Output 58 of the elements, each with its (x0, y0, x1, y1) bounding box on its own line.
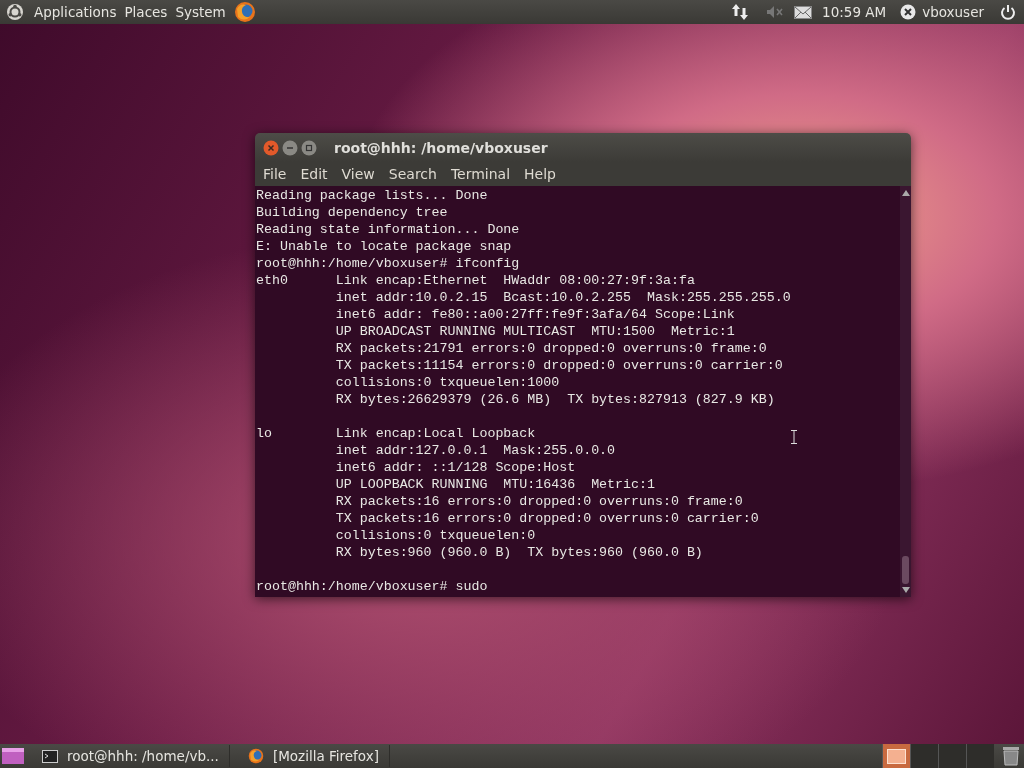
envelope-icon[interactable] (794, 5, 813, 19)
window-title: root@hhh: /home/vboxuser (334, 139, 548, 156)
workspace-switcher[interactable] (938, 744, 966, 768)
taskbar-button[interactable]: root@hhh: /home/vb... (32, 745, 230, 767)
terminal-line: UP LOOPBACK RUNNING MTU:16436 Metric:1 (334, 476, 655, 493)
terminal-line: RX bytes:960 (960.0 B) TX bytes:960 (960.0 B) (334, 544, 703, 561)
terminal-line: root@hhh:/home/vboxuser# sudo (256, 578, 488, 595)
clock[interactable]: 10:59 AM (822, 4, 887, 20)
terminal-line: RX bytes:26629379 (26.6 MB) TX bytes:827913 (827.9 KB) (334, 391, 775, 408)
terminal-line: inet6 addr: ::1/128 Scope:Host (334, 459, 576, 476)
terminal-line: inet addr:127.0.0.1 Mask:255.0.0.0 (334, 442, 616, 459)
scrollbar[interactable] (900, 186, 911, 597)
workspace-switcher[interactable] (910, 744, 938, 768)
terminal-line: RX packets:16 errors:0 dropped:0 overruns:0 frame:0 (334, 493, 743, 510)
menu-item[interactable]: Search (388, 166, 437, 182)
terminal-icon (42, 749, 58, 763)
terminal-line: lo Link encap:Local Loopback (256, 425, 536, 442)
terminal-line: RX packets:21791 errors:0 dropped:0 overruns:0 frame:0 (334, 340, 767, 357)
user-menu[interactable]: vboxuser (900, 4, 984, 20)
minimize-icon[interactable] (282, 139, 298, 156)
terminal-line: inet addr:10.0.2.15 Bcast:10.0.2.255 Mask:255.255.255.0 (334, 289, 791, 306)
terminal-line: inet6 addr: fe80::a00:27ff:fe9f:3afa/64 Scope:Link (334, 306, 735, 323)
terminal-line: E: Unable to locate package snap (256, 238, 512, 255)
trash-icon[interactable] (1002, 746, 1020, 766)
speaker-muted-icon[interactable] (766, 5, 785, 19)
panel-menu[interactable]: Applications (34, 4, 117, 20)
scroll-up-icon[interactable] (901, 190, 910, 196)
menu-item[interactable]: View (341, 166, 375, 182)
menu-item[interactable]: Edit (300, 166, 328, 182)
panel-menu[interactable]: Places (124, 4, 168, 20)
maximize-icon[interactable] (301, 139, 317, 156)
status-icon (900, 4, 917, 20)
terminal-line: Reading package lists... Done (256, 187, 488, 204)
globe-icon[interactable] (233, 1, 256, 23)
menu-item[interactable]: Terminal (450, 166, 511, 182)
power-icon[interactable] (1000, 4, 1016, 20)
close-icon[interactable] (263, 139, 279, 156)
terminal-line: TX packets:16 errors:0 dropped:0 overruns:0 carrier:0 (334, 510, 759, 527)
terminal-line: collisions:0 txqueuelen:1000 (334, 374, 560, 391)
text-cursor-icon (791, 430, 797, 444)
terminal-line: collisions:0 txqueuelen:0 (334, 527, 536, 544)
scroll-down-icon[interactable] (901, 587, 910, 593)
network-arrows-icon[interactable] (732, 3, 749, 21)
globe-icon (247, 748, 264, 764)
terminal-line: Reading state information... Done (256, 221, 520, 238)
terminal-line: Building dependency tree (256, 204, 448, 221)
panel-menu[interactable]: System (175, 4, 226, 20)
menu-item[interactable]: File (263, 166, 287, 182)
terminal-line: root@hhh:/home/vboxuser# ifconfig (256, 255, 520, 272)
terminal-line: TX packets:11154 errors:0 dropped:0 overruns:0 carrier:0 (334, 357, 783, 374)
workspace-switcher[interactable] (882, 744, 910, 768)
terminal-line: eth0 Link encap:Ethernet HWaddr 08:00:27:9f:3a:fa (256, 272, 695, 289)
menu-item[interactable]: Help (524, 166, 556, 182)
scroll-thumb[interactable] (902, 556, 909, 584)
logo-icon[interactable] (6, 3, 24, 21)
terminal-line: UP BROADCAST RUNNING MULTICAST MTU:1500 Metric:1 (334, 323, 735, 340)
workspace-switcher[interactable] (966, 744, 994, 768)
taskbar-button[interactable]: [Mozilla Firefox] (237, 745, 390, 767)
